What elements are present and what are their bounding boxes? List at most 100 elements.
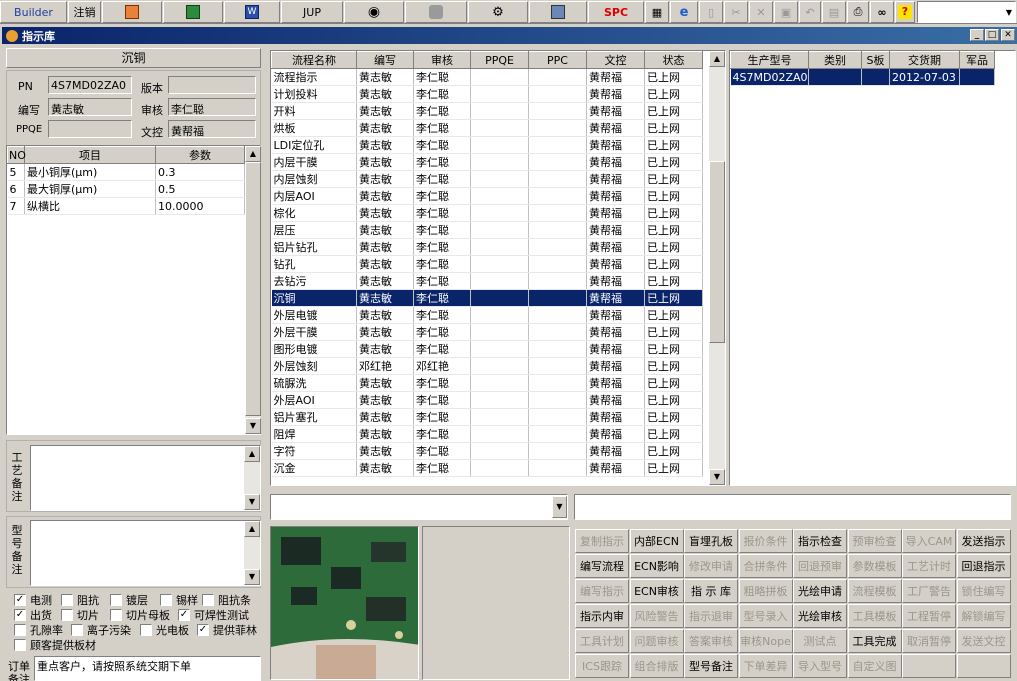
action-button[interactable]: 自定义图 <box>847 654 902 678</box>
process-row[interactable]: 棕化 黄志敏 李仁聪 黄帮福 已上网 <box>271 204 703 222</box>
action-button[interactable]: 导入型号 <box>793 654 847 678</box>
process-col-header[interactable]: 编写 <box>356 51 414 69</box>
scroll-down-icon[interactable]: ▼ <box>244 569 260 585</box>
process-row[interactable]: 内层干膜 黄志敏 李仁聪 黄帮福 已上网 <box>271 153 703 171</box>
orders-col-header[interactable]: S板 <box>861 51 890 69</box>
process-row[interactable]: 开料 黄志敏 李仁聪 黄帮福 已上网 <box>271 102 703 120</box>
review-field[interactable]: 李仁聪 <box>168 98 256 116</box>
action-button[interactable]: 预审检查 <box>847 529 902 553</box>
spc-button[interactable]: SPC <box>588 1 644 23</box>
excel-button[interactable] <box>163 1 223 23</box>
process-col-header[interactable]: 状态 <box>644 51 703 69</box>
scroll-thumb[interactable] <box>245 162 261 416</box>
cut-button[interactable]: ✂ <box>724 1 748 23</box>
checkbox-option[interactable]: 镀层 <box>110 593 148 607</box>
checkbox-option[interactable]: ✓ 电测 <box>14 593 52 607</box>
internet-button[interactable]: e <box>670 1 698 23</box>
action-button[interactable]: 风险警告 <box>629 604 684 628</box>
process-row[interactable]: 钻孔 黄志敏 李仁聪 黄帮福 已上网 <box>271 255 703 273</box>
action-button[interactable]: 工艺计时 <box>902 554 956 578</box>
params-scrollbar[interactable]: ▲ ▼ <box>245 146 261 434</box>
param-row[interactable]: 6 最大铜厚(μm) 0.5 <box>7 180 245 198</box>
action-button[interactable]: 组合排版 <box>629 654 684 678</box>
model-note-scrollbar[interactable]: ▲ ▼ <box>244 521 260 585</box>
help-button[interactable]: ? <box>895 1 915 23</box>
process-row[interactable]: 铝片钻孔 黄志敏 李仁聪 黄帮福 已上网 <box>271 238 703 256</box>
action-button[interactable]: 流程模板 <box>847 579 902 603</box>
toolbar-dropdown[interactable]: ▼ <box>917 1 1016 23</box>
param-row[interactable]: 5 最小铜厚(μm) 0.3 <box>7 163 245 181</box>
scroll-up-icon[interactable]: ▲ <box>709 51 725 67</box>
chevron-down-icon[interactable]: ▼ <box>552 496 567 518</box>
database-button[interactable] <box>405 1 467 23</box>
process-row[interactable]: 外层蚀刻 邓红艳 邓红艳 黄帮福 已上网 <box>271 357 703 375</box>
process-row[interactable]: 计划投料 黄志敏 李仁聪 黄帮福 已上网 <box>271 85 703 103</box>
action-button[interactable]: 发送文控 <box>956 629 1011 653</box>
action-button[interactable]: 工具计划 <box>575 629 629 653</box>
col-header-item[interactable]: 项目 <box>24 146 156 164</box>
action-button[interactable]: 取消暂停 <box>902 629 956 653</box>
process-scrollbar[interactable]: ▲ ▼ <box>709 51 725 485</box>
close-button[interactable]: ✕ <box>1001 29 1015 41</box>
checkbox-option[interactable]: ✓ 出货 <box>14 608 52 622</box>
save-button[interactable]: ▣ <box>774 1 798 23</box>
action-button[interactable]: 光绘审核 <box>793 604 847 628</box>
process-row[interactable]: 外层电镀 黄志敏 李仁聪 黄帮福 已上网 <box>271 306 703 324</box>
action-button[interactable]: 审核Nope <box>738 629 793 653</box>
process-col-header[interactable]: 审核 <box>413 51 471 69</box>
scroll-up-icon[interactable]: ▲ <box>244 521 260 537</box>
action-button[interactable]: 下单差异 <box>738 654 793 678</box>
craft-note-textarea[interactable]: ▲ ▼ <box>30 445 261 511</box>
craft-note-scrollbar[interactable]: ▲ ▼ <box>244 446 260 510</box>
process-select[interactable]: ▼ <box>270 494 568 520</box>
word-button[interactable]: W <box>224 1 280 23</box>
action-button[interactable]: ECN影响 <box>629 554 684 578</box>
process-row[interactable]: 外层AOI 黄志敏 李仁聪 黄帮福 已上网 <box>271 391 703 409</box>
action-button[interactable]: 工程暂停 <box>902 604 956 628</box>
action-button[interactable]: 编写流程 <box>575 554 629 578</box>
view-button[interactable]: ◉ <box>344 1 404 23</box>
orders-col-header[interactable]: 生产型号 <box>730 51 809 69</box>
checkbox-option[interactable]: 锡样 <box>160 593 198 607</box>
orders-col-header[interactable]: 交货期 <box>889 51 960 69</box>
process-row[interactable]: LDI定位孔 黄志敏 李仁聪 黄帮福 已上网 <box>271 136 703 154</box>
powerpoint-button[interactable] <box>102 1 162 23</box>
action-button[interactable] <box>902 654 956 678</box>
calendar-button[interactable]: ▦ <box>645 1 669 23</box>
process-row[interactable]: 铝片塞孔 黄志敏 李仁聪 黄帮福 已上网 <box>271 408 703 426</box>
order-row[interactable]: 4S7MD02ZA0 2012-07-03 <box>730 68 995 86</box>
col-header-no[interactable]: NO <box>7 146 26 164</box>
action-button[interactable]: 报价条件 <box>738 529 793 553</box>
action-button[interactable]: ECN审核 <box>629 579 684 603</box>
process-row[interactable]: 外层干膜 黄志敏 李仁聪 黄帮福 已上网 <box>271 323 703 341</box>
orders-col-header[interactable]: 类别 <box>808 51 862 69</box>
action-button[interactable]: 修改申请 <box>684 554 738 578</box>
action-button[interactable]: 工具完成 <box>847 629 902 653</box>
param-row[interactable]: 7 纵横比 10.0000 <box>7 197 245 215</box>
process-row[interactable]: 层压 黄志敏 李仁聪 黄帮福 已上网 <box>271 221 703 239</box>
process-col-header[interactable]: 流程名称 <box>271 51 357 69</box>
process-col-header[interactable]: 文控 <box>586 51 645 69</box>
checkbox-option[interactable]: 光电板 <box>140 623 189 637</box>
checkbox-option[interactable]: 切片母板 <box>110 608 170 622</box>
checkbox-option[interactable]: 阻抗 <box>61 593 99 607</box>
doc-control-field[interactable]: 黄帮福 <box>168 120 256 138</box>
process-row[interactable]: 内层蚀刻 黄志敏 李仁聪 黄帮福 已上网 <box>271 170 703 188</box>
action-button[interactable]: 指示内审 <box>575 604 629 628</box>
orders-col-header[interactable]: 军品 <box>959 51 995 69</box>
undo-button[interactable]: ↶ <box>799 1 821 23</box>
order-note-textarea[interactable]: 重点客户，请按照系统交期下单 <box>34 656 261 681</box>
action-button[interactable]: 导入CAM <box>902 529 956 553</box>
action-button[interactable]: 型号录入 <box>738 604 793 628</box>
action-button[interactable]: 解锁编写 <box>956 604 1011 628</box>
action-button[interactable]: 工厂警告 <box>902 579 956 603</box>
action-button[interactable]: 粗略拼板 <box>738 579 793 603</box>
action-button[interactable]: 回退指示 <box>956 554 1011 578</box>
process-row[interactable]: 沉铜 黄志敏 李仁聪 黄帮福 已上网 <box>271 289 703 307</box>
action-button[interactable]: 复制指示 <box>575 529 629 553</box>
action-button[interactable]: 盲埋孔板 <box>684 529 738 553</box>
pn-field[interactable]: 4S7MD02ZA0 <box>48 76 132 94</box>
checkbox-option[interactable]: 顾客提供板材 <box>14 638 96 652</box>
computer-button[interactable] <box>529 1 587 23</box>
maximize-button[interactable]: □ <box>985 29 999 41</box>
